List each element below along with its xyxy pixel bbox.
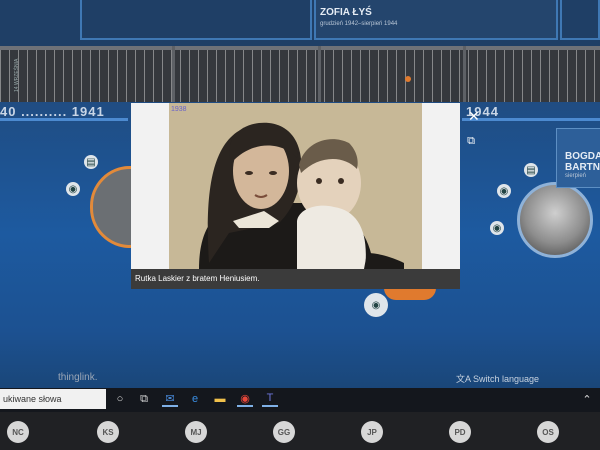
person-card-right[interactable]: BOGDA BARTN sierpień	[556, 128, 600, 188]
family-photo: 1938	[169, 103, 422, 269]
switch-language-label: Switch language	[473, 374, 540, 384]
taskbar-search-input[interactable]: ukiwane słowa	[0, 389, 106, 409]
timeline-dot[interactable]	[405, 76, 411, 82]
timeline-ruler	[0, 46, 600, 102]
close-icon[interactable]: ✕	[468, 108, 480, 125]
photo-caption: Rutka Laskier z bratem Heniusiem.	[131, 269, 460, 289]
resize-icon[interactable]: ⧉	[464, 134, 478, 148]
participant-avatar[interactable]: JP	[361, 421, 383, 443]
outlook-icon[interactable]: ✉	[162, 391, 178, 407]
task-view-icon[interactable]: ⧉	[136, 391, 152, 407]
teams-icon[interactable]: T	[262, 391, 278, 407]
switch-language-button[interactable]: 文A Switch language	[456, 372, 539, 385]
timeline-card-zofia[interactable]: ZOFIA ŁYŚ grudzień 1942–sierpień 1944	[314, 0, 558, 40]
thinglink-logo: thinglink.	[58, 372, 98, 383]
card-dates: grudzień 1942–sierpień 1944	[320, 21, 398, 27]
file-explorer-icon[interactable]: ▬	[212, 391, 228, 407]
photo-modal: 1938 Rutka Laskier z bratem Heniusiem.	[131, 103, 460, 289]
book-icon[interactable]: ▤	[84, 155, 98, 169]
book-icon[interactable]: ▤	[524, 163, 538, 177]
card-title: ZOFIA ŁYŚ	[320, 7, 372, 18]
camera-icon[interactable]: ◉	[490, 221, 504, 235]
ruler-marker	[463, 46, 466, 102]
participant-avatar[interactable]: OS	[537, 421, 559, 443]
portrait-bubble-bottom[interactable]	[384, 288, 436, 300]
timeline-card-right[interactable]	[560, 0, 600, 40]
portrait-bubble-right[interactable]	[517, 182, 593, 258]
camera-icon[interactable]: ◉	[66, 182, 80, 196]
cortana-icon[interactable]: ○	[112, 391, 128, 407]
vertical-date-label: 14 WRZEŚNIA	[14, 58, 20, 92]
ruler-marker	[172, 46, 175, 102]
card-title: BOGDA BARTN	[565, 151, 600, 173]
participants-bar	[0, 412, 600, 450]
edge-icon[interactable]: e	[187, 391, 203, 407]
participant-avatar[interactable]: PD	[449, 421, 471, 443]
photo-stamp: 1938	[171, 106, 187, 113]
card-dates: sierpień	[565, 173, 587, 179]
chrome-icon[interactable]: ◉	[237, 391, 253, 407]
timeline-card-left[interactable]	[80, 0, 312, 40]
participant-avatar[interactable]: MJ	[185, 421, 207, 443]
year-label-1941: 40 .......... 1941	[0, 104, 105, 119]
chevron-up-icon[interactable]: ⌃	[579, 391, 595, 407]
participant-avatar[interactable]: KS	[97, 421, 119, 443]
participant-avatar[interactable]: GG	[273, 421, 295, 443]
ruler-bar	[0, 46, 600, 50]
camera-icon[interactable]: ◉	[497, 184, 511, 198]
ruler-marker	[318, 46, 321, 102]
participant-avatar[interactable]: NC	[7, 421, 29, 443]
translate-icon: 文A	[456, 374, 474, 384]
camera-icon[interactable]: ◉	[364, 293, 388, 317]
photo-illustration	[169, 103, 422, 269]
